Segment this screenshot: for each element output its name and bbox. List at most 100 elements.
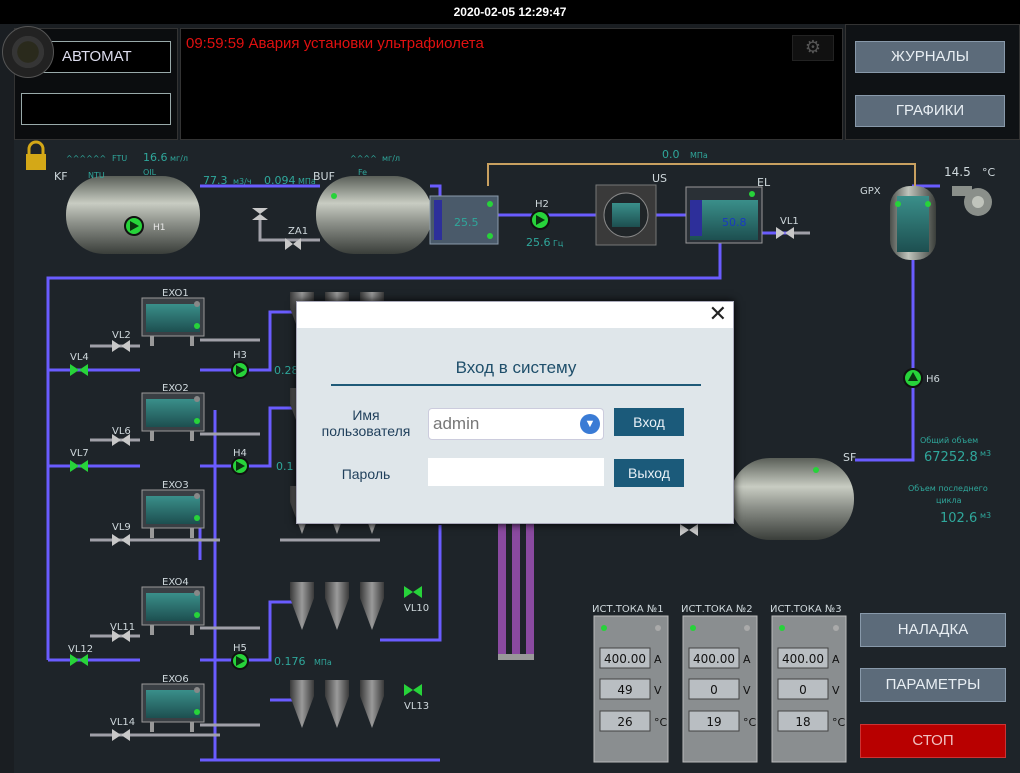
pressure1-value: 0.094 [264,174,296,187]
flow-value: 77.3 [203,174,228,187]
kf-oil-label: OIL [143,168,157,177]
valve-label: VL9 [112,522,131,533]
valve-label: VL10 [404,603,429,614]
power-source-c-value: 26 [617,715,632,729]
h5-pump[interactable] [231,652,249,670]
buf-label: BUF [313,170,335,183]
top-pressure-unit: МПа [690,151,708,160]
power-source-title: ИСТ.ТОКА №2 [681,604,753,615]
valve-label: VL7 [70,448,89,459]
exo-label: EXO4 [162,577,189,588]
kf-ftu-value: 16.6 [143,151,168,164]
h2-unit: Гц [553,239,564,248]
username-label-line-1: Имя [352,407,380,423]
power-source-v-value: 49 [617,683,632,697]
kf-ftu-label: FTU [112,154,127,163]
power-source-c-value: 18 [795,715,810,729]
exo-label: EXO1 [162,288,189,299]
flow-unit: м3/ч [233,177,252,186]
h4-pressure: 0.1 [276,460,294,473]
gpx-column[interactable] [890,186,936,260]
uv-lamp-tubes [498,520,534,660]
power-source-a-value: 400.00 [782,652,824,666]
buf-unit: мг/л [382,154,400,163]
kf-label: KF [54,170,68,183]
top-pressure-value: 0.0 [662,148,680,161]
username-select[interactable]: admin ▼ [428,408,604,440]
username-label-line-2: пользователя [321,423,411,439]
el-label: EL [757,176,771,189]
dialog-title: Вход в систему [455,358,577,377]
valve-label: VL4 [70,352,89,363]
h3-label: H3 [233,350,247,361]
temp-unit: °C [982,166,996,179]
parameters-button[interactable]: ПАРАМЕТРЫ [860,668,1006,702]
password-input[interactable] [428,458,604,486]
buf-waves: ^^^^ [350,154,377,163]
h4-pump[interactable] [231,457,249,475]
power-source-unit: A [832,653,840,666]
power-source-v-value: 0 [710,683,718,697]
stop-button[interactable]: СТОП [860,724,1006,758]
h5-label: H5 [233,643,247,654]
us-label: US [652,172,667,185]
power-source-title: ИСТ.ТОКА №1 [592,604,664,615]
power-source-unit: °C [654,716,668,729]
kf-ftu-waves: ^^^^^^ [66,154,106,163]
power-source-unit: °C [743,716,757,729]
h2-pump[interactable] [530,210,550,230]
us-unit[interactable] [595,184,657,246]
power-source-unit: A [743,653,751,666]
h1-label: H1 [153,223,166,233]
valve-label: VL11 [110,622,135,633]
setup-button[interactable]: НАЛАДКА [860,613,1006,647]
valve-label: VL14 [110,717,135,728]
username-value: admin [433,414,480,433]
valve-label: VL13 [404,701,429,712]
login-button[interactable]: Вход [614,408,684,436]
buf-fe-label: Fe [358,168,367,177]
sf-label: SF [843,451,856,464]
dialog-titlebar: ✕ [297,302,733,328]
total-volume-unit: м3 [980,449,991,458]
password-label: Пароль [341,466,391,482]
power-source-unit: V [832,684,840,697]
exo-label: EXO6 [162,674,189,685]
sf-tank[interactable] [730,458,854,540]
buf-tank[interactable] [316,176,432,254]
h3-pressure: 0.28 [274,364,299,377]
temp-value: 14.5 [944,165,971,179]
h5-pressure-value: 0.176 [274,655,306,668]
last-cycle-label-2: цикла [936,496,962,505]
vl1-label: VL1 [780,216,799,227]
last-cycle-value: 102.6 [940,511,977,526]
username-label: Имя пользователя [311,407,421,439]
power-source-unit: °C [832,716,846,729]
power-source-unit: A [654,653,662,666]
gpx-label: GPX [860,186,881,197]
h2-label: H2 [535,199,549,210]
power-source-v-value: 0 [799,683,807,697]
power-source-a-value: 400.00 [693,652,735,666]
power-source-a-value: 400.00 [604,652,646,666]
power-source-title: ИСТ.ТОКА №3 [770,604,842,615]
last-cycle-unit: м3 [980,511,991,520]
h4-label: H4 [233,448,247,459]
exo-label: EXO2 [162,383,189,394]
za1-label: ZA1 [288,226,308,237]
kf-tank[interactable] [66,176,200,254]
dialog-divider [331,384,701,386]
power-source-unit: V [654,684,662,697]
power-source-unit: V [743,684,751,697]
exit-button[interactable]: Выход [614,459,684,487]
reactor-value: 25.5 [454,216,479,229]
h6-pump[interactable] [903,368,923,388]
h3-pump[interactable] [231,361,249,379]
el-unit[interactable] [685,186,763,244]
power-source-c-value: 19 [706,715,721,729]
valve-label: VL6 [112,426,131,437]
kf-ftu-unit: мг/л [170,154,188,163]
close-icon[interactable]: ✕ [709,302,727,328]
chevron-down-icon[interactable]: ▼ [580,414,600,434]
h2-value: 25.6 [526,236,551,249]
